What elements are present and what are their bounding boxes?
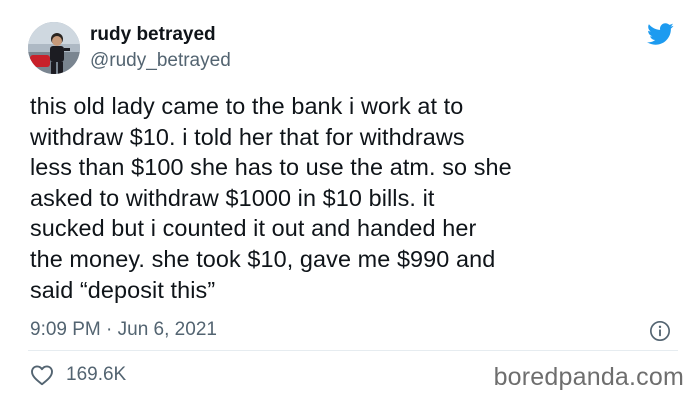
watermark: boredpanda.com <box>493 363 684 391</box>
heart-icon[interactable] <box>30 364 54 386</box>
user-handle[interactable]: @rudy_betrayed <box>90 49 231 73</box>
like-count: 169.6K <box>66 364 127 385</box>
like-action[interactable]: 169.6K <box>30 363 126 387</box>
display-name[interactable]: rudy betrayed <box>90 23 231 47</box>
tweet-header: rudy betrayed @rudy_betrayed <box>28 18 231 78</box>
twitter-bird-icon[interactable] <box>644 20 676 48</box>
tweet-text: this old lady came to the bank i work at… <box>30 93 512 303</box>
info-icon[interactable] <box>649 320 671 342</box>
tweet-card: rudy betrayed @rudy_betrayed this old la… <box>0 0 700 401</box>
divider <box>28 350 678 351</box>
tweet-timestamp[interactable]: 9:09 PM · Jun 6, 2021 <box>30 318 217 342</box>
author-names: rudy betrayed @rudy_betrayed <box>90 23 231 73</box>
avatar[interactable] <box>28 22 80 74</box>
